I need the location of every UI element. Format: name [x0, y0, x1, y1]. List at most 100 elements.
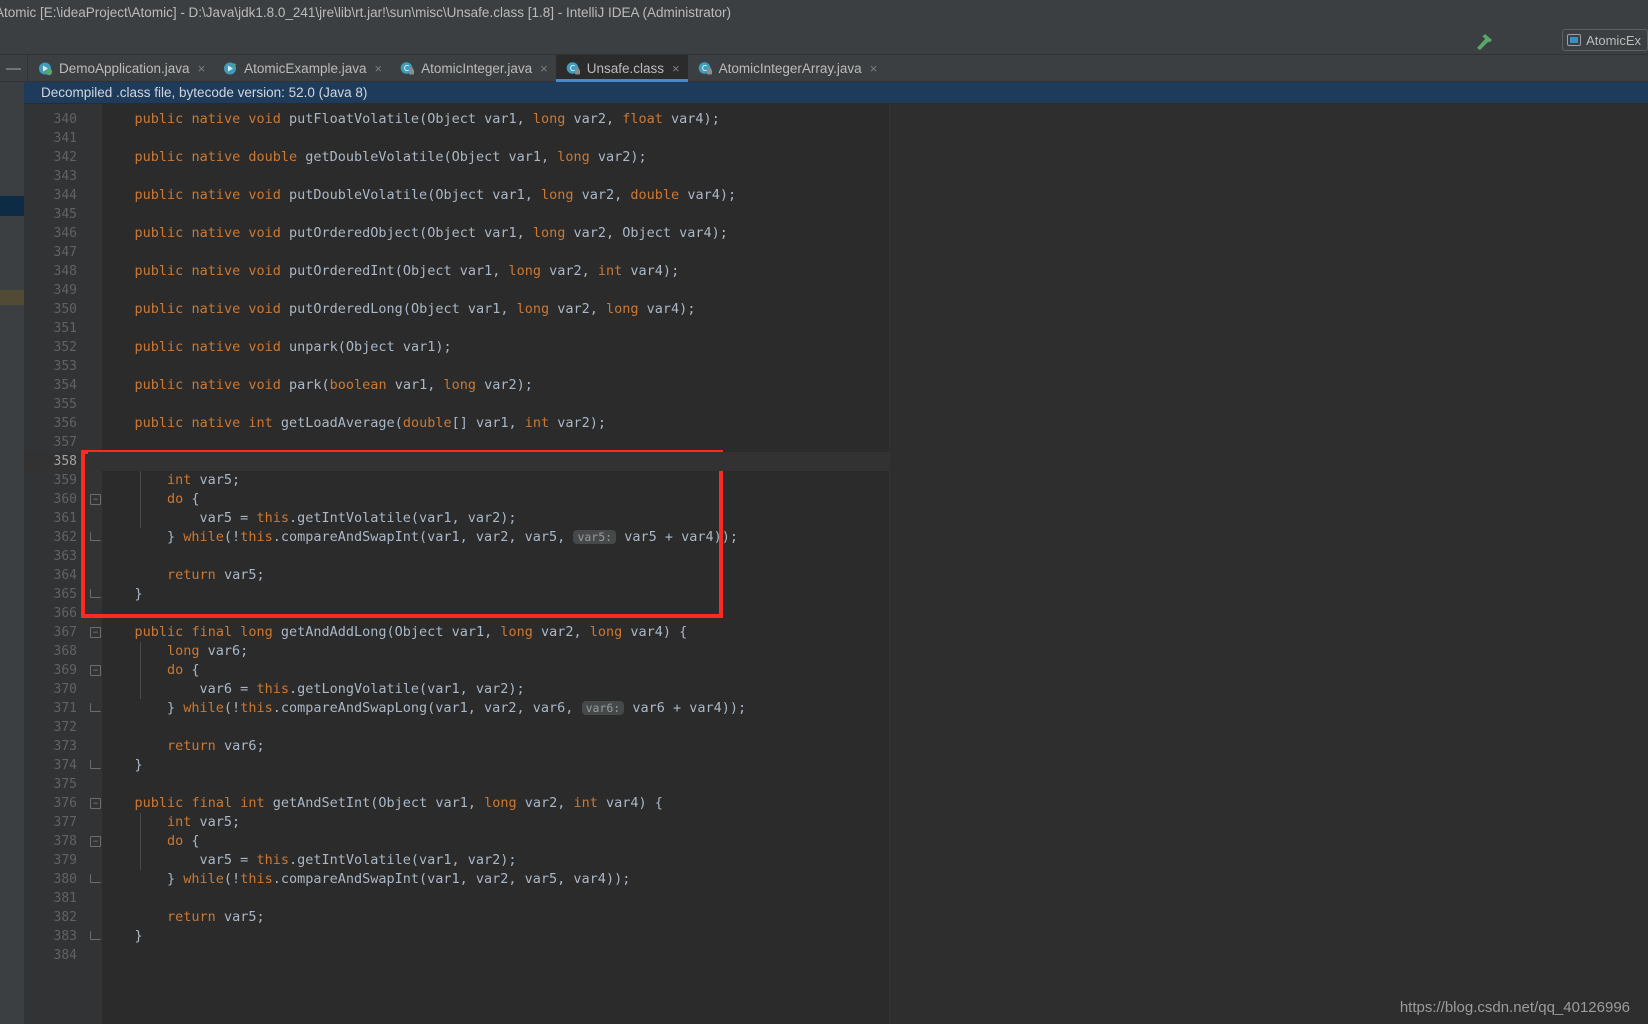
fold-end-icon[interactable]	[90, 874, 101, 883]
code-token: public	[134, 187, 184, 203]
hammer-icon[interactable]	[1474, 31, 1496, 51]
code-line[interactable]: public native void putFloatVolatile(Obje…	[102, 110, 720, 129]
code-token: var2);	[476, 377, 533, 393]
close-icon[interactable]: ×	[672, 61, 680, 76]
code-line[interactable]: }	[102, 756, 143, 775]
run-configuration-selector[interactable]: AtomicEx	[1562, 29, 1648, 51]
fold-end-icon[interactable]	[90, 589, 101, 598]
code-line[interactable]: public native void park(boolean var1, lo…	[102, 376, 533, 395]
editor-tab-label: AtomicIntegerArray.java	[718, 60, 862, 76]
code-token: void	[248, 377, 281, 393]
editor-tab-unsafe-class[interactable]: C Unsafe.class ×	[555, 55, 688, 82]
code-token: long	[532, 225, 566, 241]
code-token: (Object var1,	[386, 624, 501, 640]
code-line[interactable]: public native void putOrderedObject(Obje…	[102, 224, 728, 243]
svg-text:C: C	[404, 64, 409, 73]
code-line[interactable]: do {	[102, 661, 200, 680]
fold-expanded-icon[interactable]: −	[90, 665, 101, 676]
code-line[interactable]: do {	[102, 832, 200, 851]
code-line[interactable]: var5 = this.getIntVolatile(var1, var2);	[102, 851, 517, 870]
line-number: 382	[53, 910, 77, 925]
code-token: native	[191, 301, 241, 317]
close-icon[interactable]: ×	[198, 61, 206, 76]
code-line[interactable]: int var5;	[102, 813, 240, 832]
code-token: [] var1,	[451, 415, 525, 431]
fold-expanded-icon[interactable]: −	[90, 494, 101, 505]
editor-tab-demoapplication-java[interactable]: DemoApplication.java ×	[28, 55, 213, 81]
code-line[interactable]: } while(!this.compareAndSwapInt(var1, va…	[102, 528, 738, 547]
code-line[interactable]: public native void putOrderedLong(Object…	[102, 300, 696, 319]
code-token: (Object var1,	[419, 111, 533, 127]
fold-end-icon[interactable]	[90, 532, 101, 541]
code-line[interactable]: var6 = this.getLongVolatile(var1, var2);	[102, 680, 525, 699]
fold-end-icon[interactable]	[90, 931, 101, 940]
code-line[interactable]: return var6;	[102, 737, 265, 756]
close-icon[interactable]: ×	[870, 61, 878, 76]
code-line[interactable]: public final int getAndSetInt(Object var…	[102, 794, 663, 813]
fold-end-icon[interactable]	[90, 703, 101, 712]
code-token: double	[630, 187, 680, 203]
code-token: public	[134, 377, 184, 393]
code-token: (Object var1,	[394, 263, 509, 279]
editor-tab-atomicinteger-java[interactable]: C AtomicInteger.java ×	[390, 55, 556, 81]
editor-tab-atomicexample-java[interactable]: AtomicExample.java ×	[213, 55, 390, 81]
code-line[interactable]: } while(!this.compareAndSwapLong(var1, v…	[102, 699, 746, 718]
code-token: var2);	[549, 415, 607, 431]
changed-lines-marker[interactable]	[0, 196, 24, 216]
code-line[interactable]: } while(!this.compareAndSwapInt(var1, va…	[102, 870, 630, 889]
code-token: var5;	[191, 472, 241, 488]
code-line[interactable]: do {	[102, 490, 200, 509]
code-token: return	[167, 909, 216, 925]
fold-expanded-icon[interactable]: −	[90, 798, 101, 809]
editor-code-area[interactable]: public native void putFloatVolatile(Obje…	[102, 104, 1648, 1024]
code-token: (Object var1,	[402, 301, 517, 317]
fold-end-icon[interactable]	[90, 760, 101, 769]
code-line[interactable]: }	[102, 927, 143, 946]
code-line[interactable]: return var5;	[102, 908, 265, 927]
bookmark-marker[interactable]	[0, 290, 24, 305]
line-number: 359	[53, 473, 77, 488]
code-line[interactable]: public native void unpark(Object var1);	[102, 338, 452, 357]
editor-tab-atomicintegerarray-java[interactable]: C AtomicIntegerArray.java ×	[688, 55, 886, 81]
line-number: 361	[53, 511, 77, 526]
editor-fold-strip[interactable]: −−−−−−	[88, 104, 102, 1024]
code-token: public	[134, 624, 184, 640]
fold-expanded-icon[interactable]: −	[90, 627, 101, 638]
code-token: var5;	[191, 814, 241, 830]
line-number: 379	[53, 853, 77, 868]
code-editor[interactable]: 340 341 342 343 344 345 346 347 348 349 350 351 352 3…	[0, 104, 1648, 1024]
line-number: 366	[53, 606, 77, 621]
window-title: Atomic [E:\ideaProject\Atomic] - D:\Java…	[0, 5, 732, 20]
code-token: var5 + var4));	[616, 529, 738, 545]
code-token: public	[134, 415, 184, 431]
code-token: int	[167, 472, 192, 488]
code-line[interactable]: long var6;	[102, 642, 248, 661]
code-line[interactable]: public final long getAndAddLong(Object v…	[102, 623, 688, 642]
code-token: return	[167, 738, 216, 754]
code-line[interactable]: public native void putDoubleVolatile(Obj…	[102, 186, 737, 205]
close-icon[interactable]: ×	[540, 61, 548, 76]
intellij-idea-window: Atomic [E:\ideaProject\Atomic] - D:\Java…	[0, 0, 1648, 1024]
code-token: putOrderedObject	[289, 225, 420, 241]
close-icon[interactable]: ×	[374, 61, 382, 76]
code-token: (!	[223, 871, 241, 887]
code-line[interactable]: public native void putOrderedInt(Object …	[102, 262, 680, 281]
line-number: 347	[53, 245, 77, 260]
code-line[interactable]: public native double getDoubleVolatile(O…	[102, 148, 647, 167]
collapse-tabs-button[interactable]: —	[0, 55, 28, 81]
fold-expanded-icon[interactable]: −	[90, 836, 101, 847]
code-line[interactable]: var5 = this.getIntVolatile(var1, var2);	[102, 509, 517, 528]
code-token: public	[134, 795, 184, 811]
code-line[interactable]: return var5;	[102, 566, 265, 585]
code-line[interactable]: public native int getLoadAverage(double[…	[102, 414, 607, 433]
editor-marker-strip[interactable]	[0, 104, 24, 1024]
code-line[interactable]: int var5;	[102, 471, 240, 490]
code-line[interactable]: }	[102, 585, 143, 604]
code-token: void	[248, 263, 281, 279]
